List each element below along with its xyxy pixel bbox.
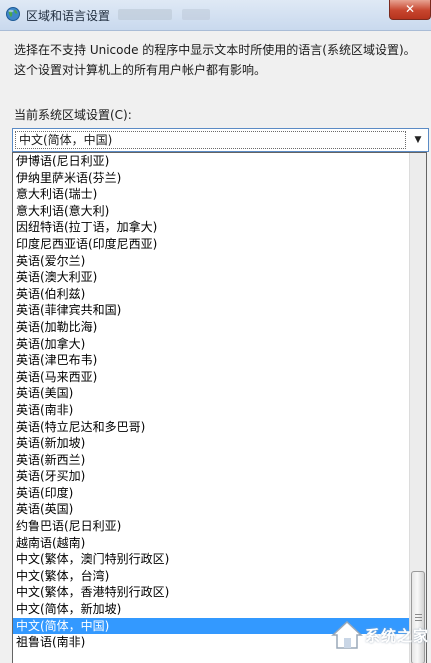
locale-option[interactable]: 中文(简体，新加坡) bbox=[13, 601, 409, 618]
scrollbar-grip bbox=[415, 620, 422, 621]
locale-option[interactable]: 英语(牙买加) bbox=[13, 468, 409, 485]
locale-option[interactable]: 英语(澳大利亚) bbox=[13, 269, 409, 286]
locale-selected-value: 中文(简体，中国) bbox=[15, 131, 406, 149]
locale-option[interactable]: 英语(英国) bbox=[13, 501, 409, 518]
description-text: 选择在不支持 Unicode 的程序中显示文本时所使用的语言(系统区域设置)。这… bbox=[14, 43, 416, 77]
scrollbar-grip bbox=[415, 617, 422, 618]
locale-option[interactable]: 英语(津巴布韦) bbox=[13, 352, 409, 369]
locale-option[interactable]: 英语(菲律宾共和国) bbox=[13, 302, 409, 319]
locale-option[interactable]: 英语(印度) bbox=[13, 485, 409, 502]
locale-option[interactable]: 越南语(越南) bbox=[13, 535, 409, 552]
locale-option[interactable]: 英语(新西兰) bbox=[13, 452, 409, 469]
locale-option[interactable]: 英语(美国) bbox=[13, 385, 409, 402]
locale-combobox[interactable]: 中文(简体，中国) ▼ bbox=[12, 128, 429, 152]
locale-option[interactable]: 意大利语(瑞士) bbox=[13, 186, 409, 203]
scrollbar[interactable] bbox=[409, 153, 426, 663]
globe-icon bbox=[6, 7, 20, 21]
locale-option[interactable]: 英语(特立尼达和多巴哥) bbox=[13, 419, 409, 436]
locale-label: 当前系统区域设置(C): bbox=[14, 108, 132, 122]
locale-option[interactable]: 印度尼西亚语(印度尼西亚) bbox=[13, 236, 409, 253]
locale-option[interactable]: 英语(伯利兹) bbox=[13, 286, 409, 303]
chevron-down-icon[interactable]: ▼ bbox=[410, 131, 426, 149]
locale-option[interactable]: 约鲁巴语(尼日利亚) bbox=[13, 518, 409, 535]
locale-option[interactable]: 因纽特语(拉丁语，加拿大) bbox=[13, 219, 409, 236]
locale-option[interactable]: 英语(新加坡) bbox=[13, 435, 409, 452]
locale-option[interactable]: 中文(繁体，澳门特别行政区) bbox=[13, 551, 409, 568]
locale-option[interactable]: 英语(南非) bbox=[13, 402, 409, 419]
locale-option[interactable]: 英语(爱尔兰) bbox=[13, 253, 409, 270]
locale-option[interactable]: 中文(繁体，台湾) bbox=[13, 568, 409, 585]
locale-option[interactable]: 英语(马来西亚) bbox=[13, 369, 409, 386]
locale-option[interactable]: 英语(加勒比海) bbox=[13, 319, 409, 336]
locale-option[interactable]: 伊纳里萨米语(芬兰) bbox=[13, 170, 409, 187]
locale-option[interactable]: 伊博语(尼日利亚) bbox=[13, 153, 409, 170]
option-list: 伊博语(尼日利亚) 伊纳里萨米语(芬兰) 意大利语(瑞士) 意大利语(意大利) 因纽特语… bbox=[13, 153, 409, 651]
locale-option[interactable]: 祖鲁语(南非) bbox=[13, 634, 409, 651]
locale-option-selected[interactable]: 中文(简体，中国) bbox=[13, 617, 409, 635]
locale-option[interactable]: 英语(加拿大) bbox=[13, 336, 409, 353]
locale-option[interactable]: 意大利语(意大利) bbox=[13, 203, 409, 220]
locale-dropdown-list[interactable]: 伊博语(尼日利亚) 伊纳里萨米语(芬兰) 意大利语(瑞士) 意大利语(意大利) 因纽特语… bbox=[12, 152, 427, 663]
blurred-title-fragment bbox=[182, 9, 210, 20]
scrollbar-thumb[interactable] bbox=[411, 571, 425, 663]
title-bar[interactable]: 区域和语言设置 ✕ bbox=[0, 0, 431, 31]
close-button[interactable]: ✕ bbox=[389, 0, 431, 20]
scrollbar-grip bbox=[415, 614, 422, 615]
locale-option[interactable]: 中文(繁体，香港特别行政区) bbox=[13, 584, 409, 601]
blurred-title-fragment bbox=[118, 9, 172, 20]
window-title: 区域和语言设置 bbox=[26, 9, 111, 23]
